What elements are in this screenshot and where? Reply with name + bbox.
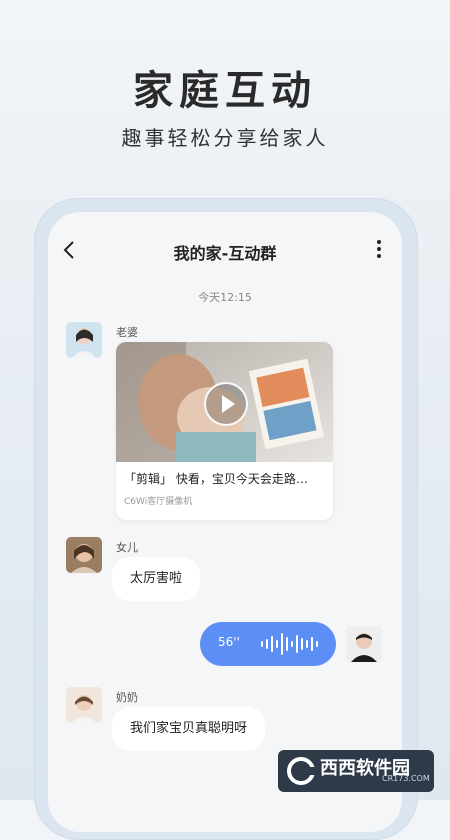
- video-card[interactable]: 「剪辑」 快看，宝贝今天会走路… C6Wi客厅摄像机: [116, 342, 333, 520]
- watermark-url: CR173.COM: [382, 774, 430, 783]
- message-bubble[interactable]: 我们家宝贝真聪明呀: [112, 707, 266, 751]
- hero-title: 家庭互动: [133, 68, 317, 114]
- sender-name: 老婆: [116, 326, 138, 339]
- chat-title: 我的家-互动群: [173, 244, 277, 263]
- voice-message[interactable]: 56'': [200, 622, 336, 666]
- chat-timestamp: 今天12:15: [198, 291, 252, 304]
- hero-subtitle: 趣事轻松分享给家人: [121, 126, 329, 150]
- watermark-logo: 西西软件园 CR173.COM: [278, 750, 434, 792]
- video-source: C6Wi客厅摄像机: [124, 497, 193, 507]
- avatar-wife[interactable]: [66, 322, 102, 358]
- chat-topbar: 我的家-互动群: [48, 212, 402, 286]
- more-vertical-icon: [376, 240, 382, 258]
- voice-duration: 56'': [218, 635, 240, 649]
- avatar-daughter[interactable]: [66, 537, 102, 573]
- watermark-icon: [287, 757, 315, 785]
- message-bubble[interactable]: 太厉害啦: [112, 557, 201, 601]
- voice-wave-icon: [261, 633, 318, 655]
- video-caption: 「剪辑」 快看，宝贝今天会走路…: [124, 472, 308, 486]
- sender-name: 奶奶: [116, 691, 138, 704]
- avatar-me[interactable]: [346, 626, 382, 662]
- play-icon[interactable]: [204, 382, 248, 426]
- sender-name: 女儿: [116, 541, 138, 554]
- avatar-grandma[interactable]: [66, 687, 102, 723]
- phone-screen: 我的家-互动群 今天12:15 老婆 「剪辑」 快看，宝贝今天会走路… C6Wi…: [48, 212, 402, 832]
- more-button[interactable]: [376, 238, 382, 258]
